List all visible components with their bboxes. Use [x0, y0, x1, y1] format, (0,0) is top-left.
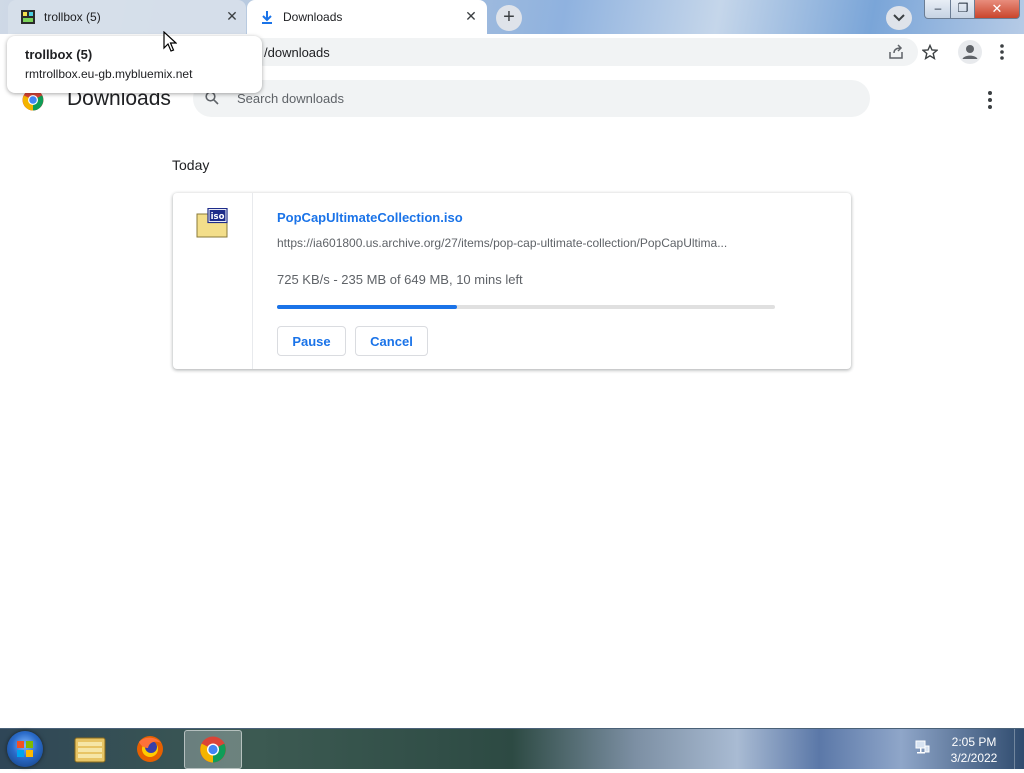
address-text: /downloads [264, 45, 330, 60]
close-icon: ✕ [991, 1, 1003, 16]
tab-strip: trollbox (5) ✕ Downloads ✕ + – ❐ ✕ [0, 0, 1024, 34]
dot-icon [988, 91, 992, 95]
close-window-button[interactable]: ✕ [974, 0, 1020, 19]
vertical-dots-icon [1000, 44, 1004, 60]
network-icon[interactable] [914, 739, 930, 755]
tab-title: trollbox (5) [44, 10, 101, 24]
taskbar-file-explorer[interactable] [62, 730, 118, 767]
file-source-url[interactable]: https://ia601800.us.archive.org/27/items… [277, 236, 777, 250]
minimize-button[interactable]: – [924, 0, 952, 19]
cancel-button[interactable]: Cancel [355, 326, 428, 356]
pause-button[interactable]: Pause [277, 326, 346, 356]
file-name-link[interactable]: PopCapUltimateCollection.iso [277, 210, 463, 225]
restore-button[interactable]: ❐ [950, 0, 976, 19]
download-item-card: iso PopCapUltimateCollection.iso https:/… [173, 193, 851, 369]
show-desktop-button[interactable] [1014, 729, 1024, 769]
chrome-icon [200, 736, 226, 763]
tooltip-title: trollbox (5) [25, 47, 93, 62]
tab-title: Downloads [283, 10, 343, 24]
address-bar[interactable]: /downloads [250, 38, 918, 66]
download-icon [262, 11, 272, 24]
trollbox-favicon-icon [21, 10, 35, 24]
tab-hover-tooltip: trollbox (5) rmtrollbox.eu-gb.mybluemix.… [7, 36, 262, 93]
profile-avatar[interactable] [958, 40, 982, 64]
download-progress-bar [277, 305, 775, 309]
browser-menu-button[interactable] [994, 42, 1010, 62]
clock-date[interactable]: 3/2/2022 [938, 751, 1010, 765]
search-placeholder: Search downloads [237, 91, 344, 106]
taskbar-firefox[interactable] [122, 730, 178, 767]
close-tab-icon[interactable]: ✕ [463, 8, 479, 24]
search-downloads-input[interactable]: Search downloads [193, 80, 870, 117]
new-tab-button[interactable]: + [496, 5, 522, 31]
start-button[interactable] [7, 731, 43, 767]
windows-taskbar: 2:05 PM 3/2/2022 [0, 728, 1024, 769]
share-icon[interactable] [888, 44, 904, 60]
bookmark-star-icon[interactable] [922, 44, 938, 60]
search-icon [205, 91, 219, 105]
restore-icon: ❐ [957, 1, 969, 15]
svg-text:iso: iso [211, 212, 225, 222]
card-divider [252, 193, 253, 369]
file-explorer-icon [74, 737, 106, 763]
windows-logo-icon [17, 741, 33, 757]
dot-icon [988, 98, 992, 102]
more-actions-button[interactable] [980, 88, 1000, 110]
mouse-cursor-icon [163, 31, 177, 52]
minimize-icon: – [934, 1, 942, 15]
close-tab-icon[interactable]: ✕ [224, 8, 240, 24]
dot-icon [988, 105, 992, 109]
download-status: 725 KB/s - 235 MB of 649 MB, 10 mins lef… [277, 272, 523, 287]
date-section-label: Today [172, 157, 210, 173]
tooltip-url: rmtrollbox.eu-gb.mybluemix.net [25, 67, 193, 81]
person-icon [962, 45, 978, 59]
clock-time[interactable]: 2:05 PM [938, 735, 1010, 749]
tab-search-button[interactable] [886, 6, 912, 30]
tab-trollbox[interactable]: trollbox (5) ✕ [8, 0, 246, 34]
tab-downloads[interactable]: Downloads ✕ [247, 0, 487, 34]
chevron-down-icon [893, 14, 905, 22]
iso-file-icon: iso [196, 208, 228, 238]
taskbar-chrome[interactable] [184, 730, 242, 769]
download-progress-fill [277, 305, 458, 309]
firefox-icon [137, 736, 163, 762]
